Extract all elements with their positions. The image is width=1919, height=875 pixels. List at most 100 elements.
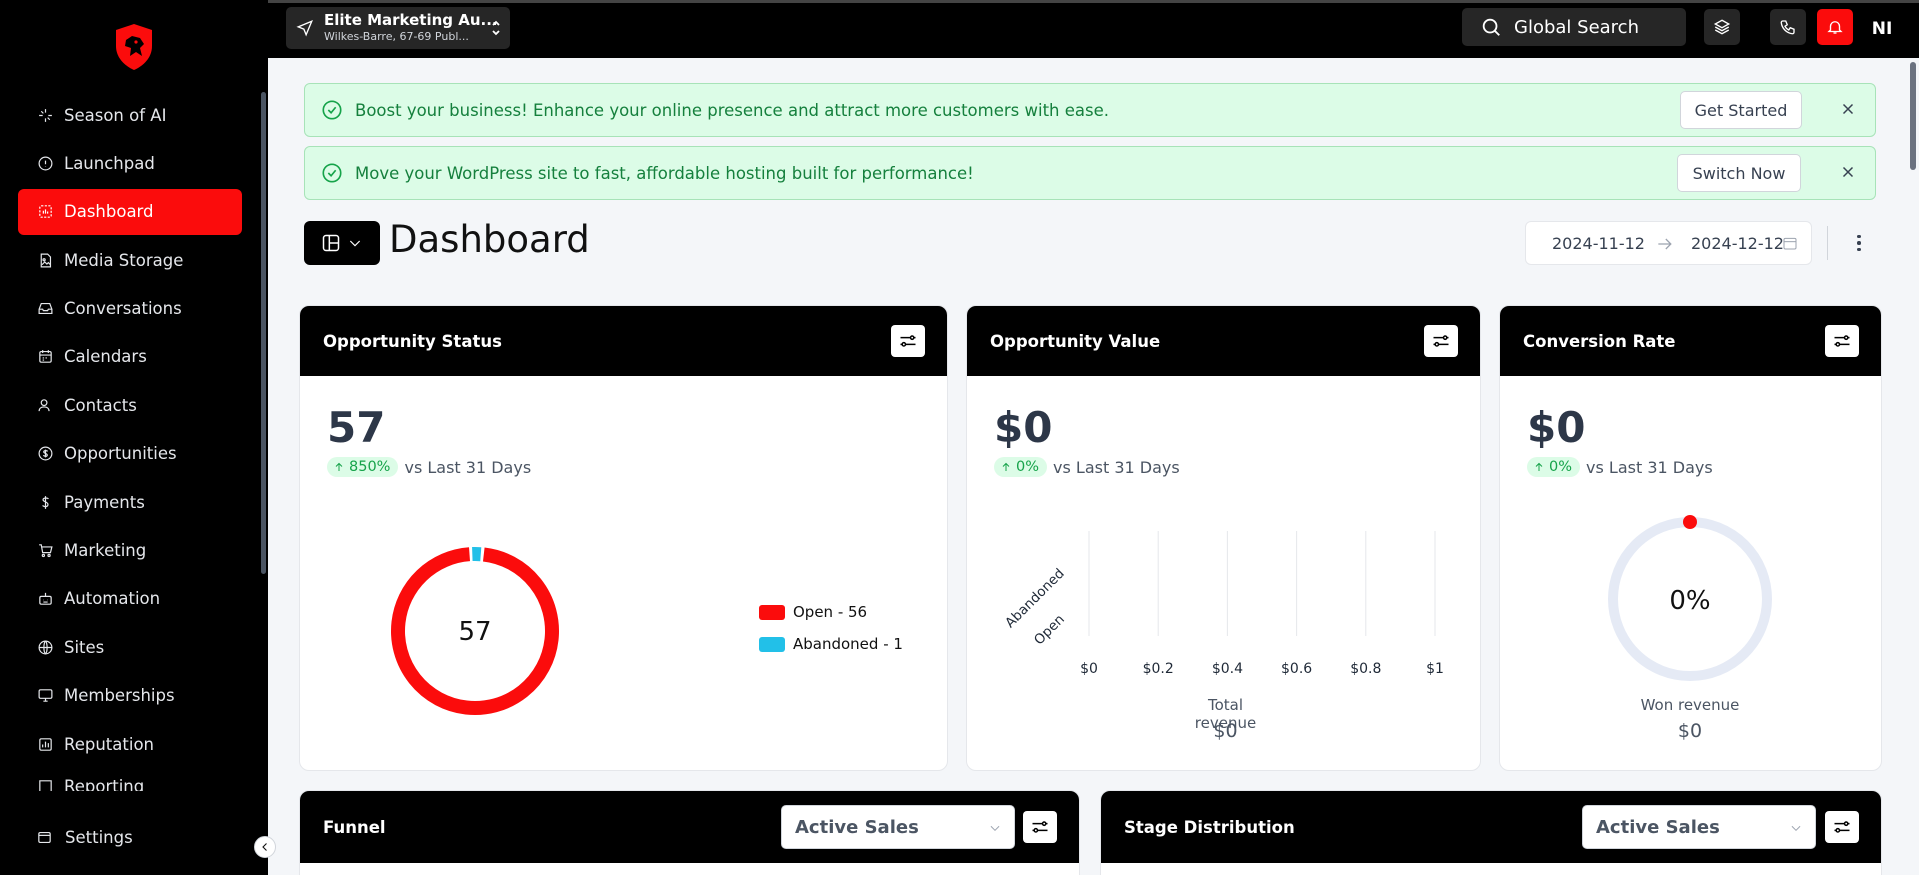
- legend-item-abandoned[interactable]: Abandoned - 1: [759, 635, 903, 653]
- notifications-button[interactable]: [1817, 9, 1853, 45]
- sidebar-item-season-of-ai[interactable]: Season of AI: [18, 92, 242, 138]
- more-options-button[interactable]: [1850, 228, 1868, 258]
- sidebar-item-settings[interactable]: Settings: [36, 828, 133, 847]
- layout-icon: [322, 234, 340, 252]
- sidebar-item-payments[interactable]: Payments: [18, 479, 242, 525]
- close-icon[interactable]: [1839, 163, 1859, 183]
- won-revenue-label: Won revenue: [1640, 696, 1740, 714]
- filter-button[interactable]: [1023, 811, 1057, 843]
- cart-icon: [36, 542, 54, 560]
- legend-label: Abandoned - 1: [793, 635, 903, 653]
- sidebar-item-label: Opportunities: [64, 444, 177, 464]
- legend-item-open[interactable]: Open - 56: [759, 603, 867, 621]
- x-tick-label: $0.2: [1143, 661, 1174, 677]
- brand-logo[interactable]: [112, 22, 156, 72]
- dashboard-icon: [36, 203, 54, 221]
- sidebar-item-opportunities[interactable]: Opportunities: [18, 431, 242, 477]
- sidebar-item-marketing[interactable]: Marketing: [18, 528, 242, 574]
- sidebar-item-label: Season of AI: [64, 105, 167, 125]
- sidebar-item-conversations[interactable]: Conversations: [18, 286, 242, 332]
- metric-delta: 850% vs Last 31 Days: [327, 457, 531, 477]
- filter-button[interactable]: [1825, 811, 1859, 843]
- filter-button[interactable]: [1825, 325, 1859, 357]
- settings-icon: [38, 831, 51, 844]
- pipeline-select[interactable]: Active Sales: [1582, 805, 1816, 849]
- x-tick-label: $0: [1080, 661, 1098, 677]
- sidebar-item-dashboard[interactable]: Dashboard: [18, 188, 242, 235]
- get-started-button[interactable]: Get Started: [1680, 91, 1802, 129]
- chevron-updown-icon: [490, 17, 502, 39]
- sliders-icon: [1834, 335, 1850, 347]
- sidebar-item-calendars[interactable]: Calendars: [18, 334, 242, 380]
- gauge-indicator: [1683, 515, 1697, 529]
- y-category-label: Open: [1031, 612, 1068, 649]
- bell-icon: [1827, 21, 1843, 34]
- stage-distribution-card: Stage Distribution Active Sales: [1100, 790, 1882, 875]
- select-value: Active Sales: [1596, 816, 1720, 838]
- page-scrollbar[interactable]: [1910, 62, 1916, 170]
- arrow-right-icon: [1655, 234, 1675, 258]
- file-image-icon: [36, 251, 54, 269]
- metric-value: $0: [1527, 403, 1586, 452]
- sidebar-item-label: Conversations: [64, 299, 182, 319]
- card-title: Opportunity Status: [323, 331, 502, 351]
- delta-value: 0%: [1549, 459, 1573, 475]
- sidebar-item-contacts[interactable]: Contacts: [18, 382, 242, 428]
- close-icon[interactable]: [1839, 100, 1859, 120]
- dashboard-switcher-button[interactable]: [304, 221, 380, 265]
- conversion-gauge: 0%: [1608, 515, 1772, 681]
- collapse-sidebar-button[interactable]: [254, 836, 276, 858]
- chart-box-icon: [36, 735, 54, 753]
- gauge-value: 0%: [1669, 586, 1710, 616]
- metric-value: 57: [327, 403, 386, 452]
- sidebar-item-memberships[interactable]: Memberships: [18, 673, 242, 719]
- phone-button[interactable]: [1770, 9, 1806, 45]
- x-tick-label: $1: [1426, 661, 1444, 677]
- select-value: Active Sales: [795, 816, 919, 838]
- sidebar-scrollbar[interactable]: [261, 92, 266, 574]
- location-switcher[interactable]: Elite Marketing Au... Wilkes-Barre, 67-6…: [286, 7, 510, 49]
- sliders-icon: [1834, 821, 1850, 833]
- sidebar-item-launchpad[interactable]: Launchpad: [18, 140, 242, 186]
- delta-badge: 850%: [327, 457, 399, 477]
- filter-button[interactable]: [891, 325, 925, 357]
- sidebar-item-label: Media Storage: [64, 250, 184, 270]
- donut-center-value: 57: [458, 617, 491, 647]
- sidebar-item-reputation[interactable]: Reputation: [18, 721, 242, 767]
- legend-label: Open - 56: [793, 603, 868, 621]
- layers-icon: [1713, 19, 1731, 35]
- phone-icon: [1780, 20, 1795, 35]
- funnel-card: Funnel Active Sales: [299, 790, 1080, 875]
- date-range-picker[interactable]: 2024-11-12 2024-12-12: [1525, 221, 1812, 265]
- page-title: Dashboard: [389, 218, 590, 261]
- arrow-up-icon: [1535, 462, 1543, 471]
- sidebar-item-sites[interactable]: Sites: [18, 624, 242, 670]
- global-search-label: Global Search: [1514, 16, 1639, 38]
- sidebar-item-label: Reporting: [64, 777, 145, 792]
- dollar-icon: [36, 493, 54, 511]
- sparkle-icon: [36, 106, 54, 124]
- location-address: Wilkes-Barre, 67-69 Publ...: [324, 30, 469, 43]
- sliders-icon: [1032, 821, 1048, 833]
- arrow-up-icon: [335, 462, 343, 471]
- legend-swatch: [759, 636, 785, 652]
- banner-message: Move your WordPress site to fast, afford…: [355, 163, 974, 183]
- delta-badge: 0%: [1527, 457, 1581, 477]
- layers-button[interactable]: [1704, 9, 1740, 45]
- calendar-icon: [36, 348, 54, 366]
- sidebar-item-automation[interactable]: Automation: [18, 576, 242, 622]
- robot-icon: [36, 590, 54, 608]
- avatar[interactable]: NI: [1866, 13, 1898, 45]
- pipeline-select[interactable]: Active Sales: [781, 805, 1015, 849]
- sidebar-item-reporting[interactable]: Reporting: [18, 769, 242, 792]
- sidebar-item-media-storage[interactable]: Media Storage: [18, 237, 242, 283]
- conversion-rate-card: Conversion Rate $0 0% vs Last 31 Days 0%…: [1499, 305, 1882, 771]
- opportunity-status-card: Opportunity Status 57 850% vs Last 31 Da…: [299, 305, 948, 771]
- compare-label: vs Last 31 Days: [1586, 457, 1713, 477]
- sidebar-nav: Season of AI Launchpad Dashboard Media S…: [18, 92, 242, 792]
- x-tick-label: $0.8: [1350, 661, 1381, 677]
- global-search-button[interactable]: Global Search: [1462, 8, 1686, 46]
- end-date[interactable]: 2024-12-12: [1691, 234, 1784, 253]
- start-date[interactable]: 2024-11-12: [1552, 234, 1645, 253]
- switch-now-button[interactable]: Switch Now: [1677, 154, 1801, 192]
